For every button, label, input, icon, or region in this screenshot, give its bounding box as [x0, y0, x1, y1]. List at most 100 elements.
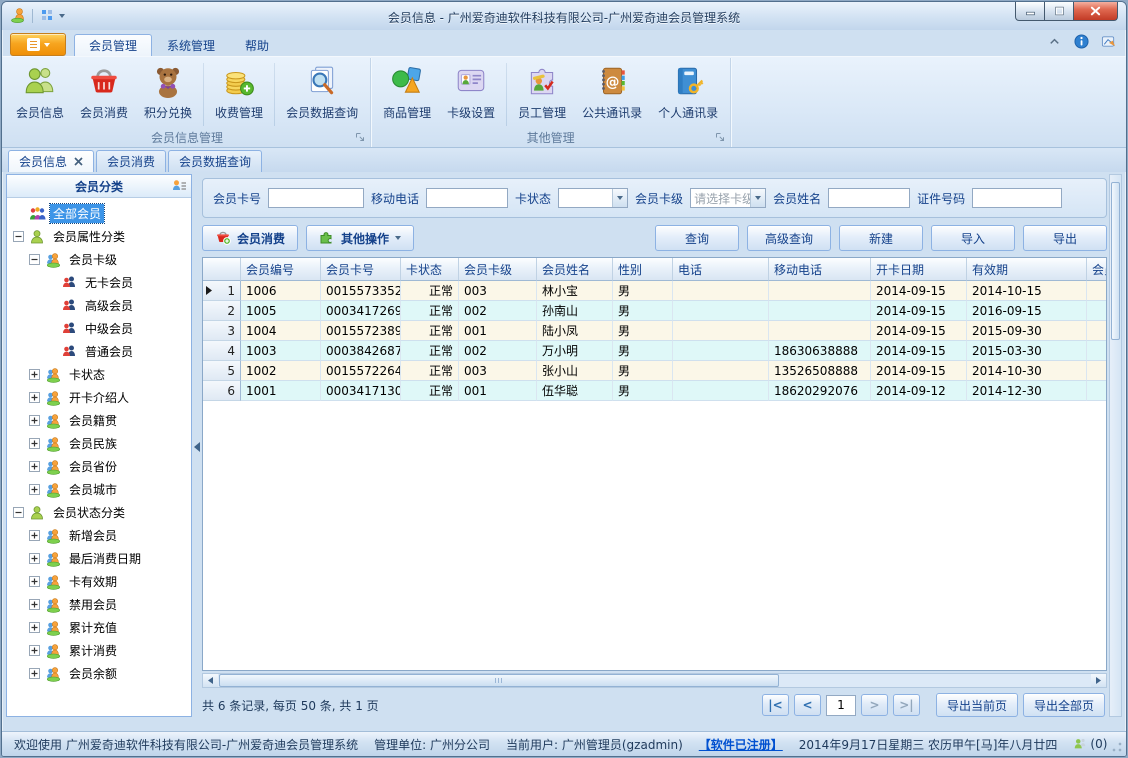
next-page-button[interactable]: >	[860, 694, 888, 716]
grid-cell[interactable]: 2015-03-30	[967, 341, 1087, 361]
grid-cell[interactable]: 001	[459, 381, 537, 401]
grid-cell[interactable]: 003	[459, 281, 537, 301]
row-indicator[interactable]: 1	[203, 281, 241, 301]
tree-item-17[interactable]: 卡有效期	[7, 570, 191, 593]
grid-cell[interactable]: 1005	[241, 301, 321, 321]
export-button[interactable]: 导出	[1023, 225, 1107, 251]
grid-cell[interactable]: 1004	[241, 321, 321, 341]
tree-item-1[interactable]: 全部会员	[7, 202, 191, 225]
grid-cell[interactable]	[769, 321, 871, 341]
tree-plus-icon[interactable]	[29, 438, 40, 449]
last-page-button[interactable]: >|	[892, 694, 920, 716]
grid-cell[interactable]: 0015572389	[321, 321, 401, 341]
grid-cell[interactable]	[1087, 321, 1106, 341]
tree-item-8[interactable]: 卡状态	[7, 363, 191, 386]
doc-tab-2[interactable]: 会员消费	[96, 150, 167, 172]
chevron-down-icon[interactable]	[750, 189, 766, 207]
row-indicator[interactable]: 6	[203, 381, 241, 401]
grid-cell[interactable]: 正常	[401, 341, 459, 361]
grid-cell[interactable]: 伍华聪	[537, 381, 613, 401]
scrollbar-thumb[interactable]	[1111, 182, 1120, 340]
dropdown-arrow-icon[interactable]	[59, 14, 65, 18]
grid-cell[interactable]: 正常	[401, 321, 459, 341]
grid-cell[interactable]: 1006	[241, 281, 321, 301]
grid-cell[interactable]	[673, 281, 769, 301]
grid-cell[interactable]: 男	[613, 381, 673, 401]
tree-item-11[interactable]: 会员民族	[7, 432, 191, 455]
grid-cell[interactable]: 男	[613, 281, 673, 301]
horizontal-scrollbar[interactable]	[202, 673, 1107, 688]
tree-plus-icon[interactable]	[29, 668, 40, 679]
grid-cell[interactable]: 正常	[401, 381, 459, 401]
grid-cell[interactable]: 0015572264	[321, 361, 401, 381]
grid-cell[interactable]	[673, 361, 769, 381]
registered-link[interactable]: 【软件已注册】	[699, 736, 783, 753]
grid-column-header[interactable]: 电话	[673, 258, 769, 281]
ribbon-item-personal_contacts[interactable]: 个人通讯录	[650, 61, 726, 128]
grid-cell[interactable]: 0003417130	[321, 381, 401, 401]
grid-column-header[interactable]: 卡状态	[401, 258, 459, 281]
table-row[interactable]: 1 1006 0015573352 正常 003 林小宝男 2014-09-15 2014-1…	[203, 281, 1106, 301]
resize-grip[interactable]	[1112, 742, 1122, 752]
table-row[interactable]: 5 1002 0015572264 正常 003 张小山男 13526508888 2014-…	[203, 361, 1106, 381]
grid-cell[interactable]	[769, 281, 871, 301]
grid-cell[interactable]: 正常	[401, 361, 459, 381]
chevron-up-icon[interactable]	[1047, 34, 1062, 52]
grid-cell[interactable]: 男	[613, 341, 673, 361]
grid-cell[interactable]: 2016-09-15	[967, 301, 1087, 321]
new-button[interactable]: 新建	[839, 225, 923, 251]
search-mobile-input[interactable]	[426, 188, 509, 208]
grid-cell[interactable]	[1087, 281, 1106, 301]
search-id_no-input[interactable]	[972, 188, 1063, 208]
grid-cell[interactable]	[673, 301, 769, 321]
dialog-launcher-icon[interactable]	[355, 132, 367, 144]
ribbon-item-public_contacts[interactable]: @ 公共通讯录	[574, 61, 650, 128]
grid-cell[interactable]: 2014-09-15	[871, 361, 967, 381]
grid-cell[interactable]: 18630638888	[769, 341, 871, 361]
table-row[interactable]: 4 1003 0003842687 正常 002 万小明男 18630638888 2014-…	[203, 341, 1106, 361]
feedback-icon[interactable]	[1101, 34, 1116, 52]
search-card_no-input[interactable]	[268, 188, 365, 208]
ribbon-item-card_level_set[interactable]: 卡级设置	[439, 61, 503, 128]
table-row[interactable]: 3 1004 0015572389 正常 001 陆小凤男 2014-09-15 2015-0…	[203, 321, 1106, 341]
tree-plus-icon[interactable]	[29, 484, 40, 495]
grid-cell[interactable]: 男	[613, 321, 673, 341]
minimize-button[interactable]	[1015, 2, 1045, 21]
tree-item-16[interactable]: 最后消费日期	[7, 547, 191, 570]
grid-column-header[interactable]: 会员	[1087, 258, 1106, 281]
tree-plus-icon[interactable]	[29, 392, 40, 403]
row-indicator[interactable]: 4	[203, 341, 241, 361]
grid-cell[interactable]: 1003	[241, 341, 321, 361]
tree-item-7[interactable]: 普通会员	[7, 340, 191, 363]
ribbon-item-member_consume[interactable]: 会员消费	[72, 61, 136, 128]
tree-plus-icon[interactable]	[29, 599, 40, 610]
ribbon-tab-1[interactable]: 会员管理	[74, 34, 153, 56]
grid-column-header[interactable]: 移动电话	[769, 258, 871, 281]
grid-cell[interactable]	[673, 321, 769, 341]
grid-column-header[interactable]: 会员姓名	[537, 258, 613, 281]
grid-cell[interactable]: 2015-09-30	[967, 321, 1087, 341]
page-number-input[interactable]: 1	[825, 694, 856, 716]
grid-cell[interactable]: 1001	[241, 381, 321, 401]
dialog-launcher-icon[interactable]	[715, 132, 727, 144]
grid-cell[interactable]: 002	[459, 341, 537, 361]
grid-cell[interactable]: 2014-09-15	[871, 341, 967, 361]
tree-item-2[interactable]: 会员属性分类	[7, 225, 191, 248]
ribbon-item-member_data_query[interactable]: 会员数据查询	[278, 61, 366, 128]
scroll-left-icon[interactable]	[203, 674, 218, 687]
tree-plus-icon[interactable]	[29, 530, 40, 541]
tree-item-6[interactable]: 中级会员	[7, 317, 191, 340]
ribbon-item-member_info[interactable]: 会员信息	[8, 61, 72, 128]
grid-column-header[interactable]: 会员卡级	[459, 258, 537, 281]
tree-plus-icon[interactable]	[29, 576, 40, 587]
panel-splitter[interactable]	[192, 174, 202, 719]
maximize-button[interactable]	[1044, 2, 1074, 21]
application-menu-button[interactable]	[10, 33, 66, 56]
search-name-input[interactable]	[828, 188, 911, 208]
grid-cell[interactable]: 2014-09-15	[871, 321, 967, 341]
close-tab-icon[interactable]	[74, 155, 83, 169]
grid-cell[interactable]: 林小宝	[537, 281, 613, 301]
import-button[interactable]: 导入	[931, 225, 1015, 251]
grid-cell[interactable]: 1002	[241, 361, 321, 381]
tree-item-18[interactable]: 禁用会员	[7, 593, 191, 616]
